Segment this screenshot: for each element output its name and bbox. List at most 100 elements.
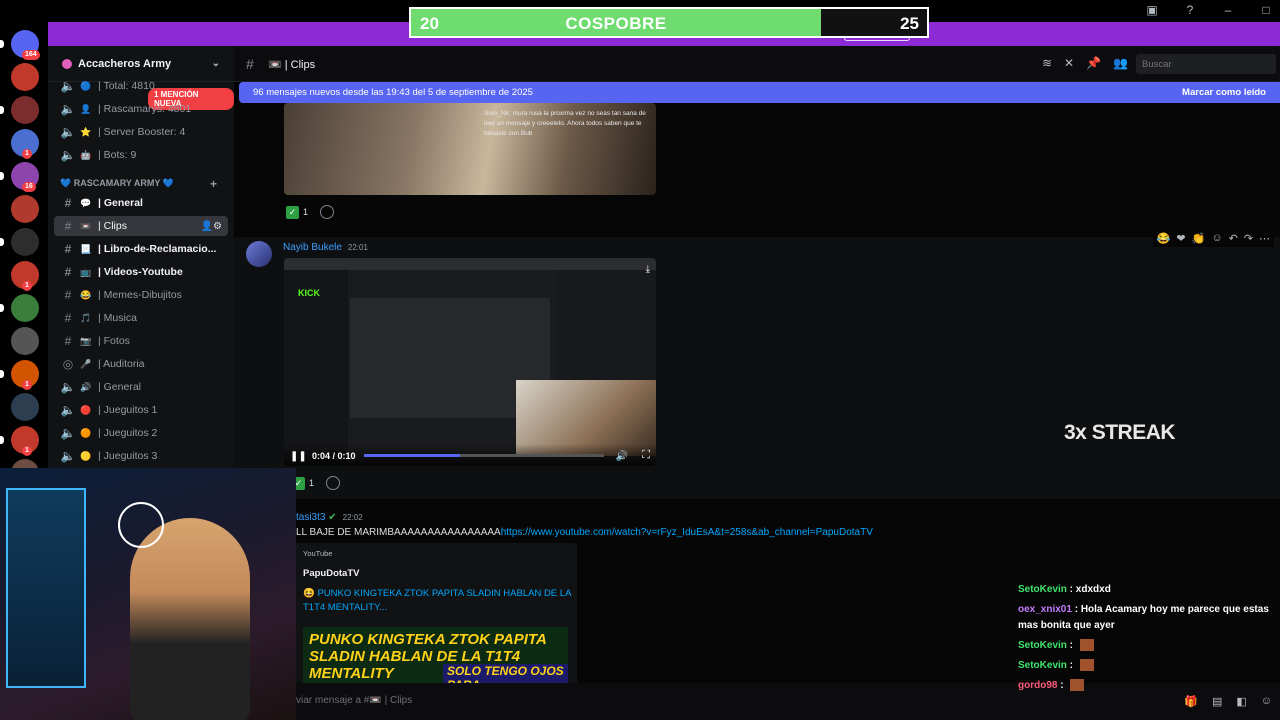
- sidebar-item-auditoria[interactable]: ◎ 🎤 | Auditoria: [54, 354, 228, 374]
- hash-icon: #: [64, 311, 72, 325]
- sidebar-item-server-booster-4[interactable]: 🔈 ⭐ | Server Booster: 4: [54, 122, 228, 142]
- composer-placeholder: viar mensaje a #📼 | Clips: [296, 695, 413, 706]
- stage-icon: ◎: [62, 357, 74, 371]
- server-icon[interactable]: [11, 294, 39, 322]
- server-badge: 164: [22, 50, 40, 60]
- image-caption: Seto_Nk: mura rusa la proxima vez no sea…: [484, 110, 646, 137]
- sidebar-item-total-4810[interactable]: 🔈 🔵 | Total: 4810: [54, 76, 228, 96]
- video-time: 0:04 / 0:10: [312, 451, 356, 461]
- server-icon[interactable]: [11, 96, 39, 124]
- message-author[interactable]: tasi3t3 ✔ 22:02: [296, 512, 363, 523]
- channel-emoji-icon: ⭐: [80, 126, 92, 137]
- webcam-overlay: [0, 468, 296, 720]
- members-icon[interactable]: 👥: [1113, 56, 1128, 70]
- new-messages-text: 96 mensajes nuevos desde las 19:43 del 5…: [253, 87, 533, 98]
- chat-username: SetoKevin: [1018, 660, 1067, 671]
- youtube-embed: YouTube PapuDotaTV 😆 PUNKO KINGTEKA ZTOK…: [292, 543, 577, 688]
- search-input[interactable]: [1136, 54, 1276, 74]
- more-icon[interactable]: ⋯: [1259, 232, 1270, 245]
- channel-sidebar: Accacheros Army ⌄ 1 MENCIÓN NUEVA 💙 RASC…: [48, 46, 234, 476]
- server-badge: 1: [22, 281, 32, 291]
- channel-label: | Videos-Youtube: [98, 266, 183, 278]
- sidebar-item-libro-de-reclamacio[interactable]: # 📃 | Libro-de-Reclamacio...: [54, 239, 228, 259]
- sidebar-item-clips[interactable]: # 📼 | Clips 👤⚙: [54, 216, 228, 236]
- stream-chat-message: SetoKevin :: [1018, 636, 1273, 656]
- heart-reaction-icon[interactable]: ❤: [1176, 232, 1185, 245]
- sidebar-item-videos-youtube[interactable]: # 📺 | Videos-Youtube: [54, 262, 228, 282]
- reaction-count: 1: [303, 207, 309, 217]
- sidebar-item-rascamarys-4801[interactable]: 🔈 👤 | Rascamarys: 4801: [54, 99, 228, 119]
- sidebar-item-bots-9[interactable]: 🔈 🤖 | Bots: 9: [54, 145, 228, 165]
- add-channel-icon[interactable]: +: [210, 177, 217, 191]
- gift-icon[interactable]: 🎁: [1184, 695, 1198, 708]
- chat-username: gordo98: [1018, 680, 1058, 691]
- server-badge: 1: [22, 446, 32, 456]
- category-header[interactable]: 💙 RASCAMARY ARMY 💙 +: [60, 177, 217, 191]
- emote-icon: [1079, 639, 1094, 652]
- add-reaction-icon[interactable]: [326, 476, 341, 490]
- download-icon[interactable]: ⤓: [646, 264, 650, 275]
- new-messages-bar[interactable]: 96 mensajes nuevos desde las 19:43 del 5…: [239, 82, 1280, 103]
- sidebar-item-jueguitos-1[interactable]: 🔈 🔴 | Jueguitos 1: [54, 400, 228, 420]
- add-reaction-icon[interactable]: ☺: [1211, 232, 1222, 245]
- unread-indicator: [0, 106, 4, 114]
- server-icon[interactable]: [11, 63, 39, 91]
- channel-emoji-icon: 🔴: [80, 404, 92, 415]
- sidebar-item-jueguitos-2[interactable]: 🔈 🟠 | Jueguitos 2: [54, 423, 228, 443]
- chevron-down-icon[interactable]: ⌄: [212, 58, 220, 69]
- youtube-link[interactable]: https://www.youtube.com/watch?v=rFyz_Idu…: [501, 527, 873, 538]
- inbox-icon[interactable]: ▣: [1144, 3, 1160, 17]
- channel-settings-icon[interactable]: 👤⚙: [201, 221, 222, 232]
- verified-icon: ✔: [328, 512, 337, 523]
- sticker-icon[interactable]: ◧: [1236, 695, 1246, 708]
- embed-thumbnail[interactable]: PUNKO KINGTEKA ZTOK PAPITA SLADIN HABLAN…: [303, 627, 568, 688]
- forward-icon[interactable]: ↷: [1244, 232, 1253, 245]
- mark-read-button[interactable]: Marcar como leído: [1182, 87, 1266, 98]
- maximize-icon[interactable]: □: [1258, 3, 1274, 17]
- channel-label: | Jueguitos 2: [98, 427, 158, 439]
- server-icon[interactable]: [11, 228, 39, 256]
- server-icon[interactable]: [11, 327, 39, 355]
- video-progress-fill: [364, 454, 460, 457]
- laugh-reaction-icon[interactable]: 😂: [1157, 232, 1171, 245]
- server-icon[interactable]: [11, 393, 39, 421]
- gif-icon[interactable]: ▤: [1212, 695, 1222, 708]
- reply-icon[interactable]: ↶: [1229, 232, 1238, 245]
- threads-icon[interactable]: ≋: [1042, 56, 1052, 70]
- sidebar-item-jueguitos-3[interactable]: 🔈 🟡 | Jueguitos 3: [54, 446, 228, 466]
- video-progress[interactable]: [364, 454, 604, 457]
- speaker-icon: 🔈: [60, 148, 76, 162]
- channel-emoji-icon: 💬: [80, 197, 92, 208]
- message-image[interactable]: Seto_Nk: mura rusa la proxima vez no sea…: [284, 103, 656, 195]
- volume-icon[interactable]: 🔊: [616, 451, 628, 462]
- minimize-icon[interactable]: –: [1220, 3, 1236, 17]
- chat-text: xdxdxd: [1075, 584, 1111, 595]
- reaction-row: ✓ 1: [292, 476, 341, 490]
- channel-emoji-icon: 📺: [80, 266, 92, 277]
- embed-author[interactable]: PapuDotaTV: [303, 568, 359, 579]
- sidebar-item-musica[interactable]: # 🎵 | Musica: [54, 308, 228, 328]
- embed-title[interactable]: 😆 PUNKO KINGTEKA ZTOK PAPITA SLADIN HABL…: [303, 587, 573, 615]
- avatar[interactable]: [246, 241, 272, 267]
- channel-emoji-icon: 📃: [80, 243, 92, 254]
- pause-icon[interactable]: ❚❚: [290, 451, 307, 462]
- fullscreen-icon[interactable]: ⛶: [642, 449, 650, 462]
- stream-chat-message: SetoKevin : xdxdxd: [1018, 584, 1111, 595]
- add-reaction-icon[interactable]: [320, 205, 335, 219]
- channel-emoji-icon: 🎤: [80, 358, 92, 369]
- pin-icon[interactable]: 📌: [1086, 56, 1101, 70]
- message-author[interactable]: Nayib Bukele 22:01: [283, 242, 368, 253]
- emoji-icon[interactable]: ☺: [1261, 695, 1272, 708]
- video-player[interactable]: KICK ❚❚ 0:04 / 0:10 🔊 ⛶ ⤓: [284, 258, 656, 466]
- help-icon[interactable]: ?: [1182, 3, 1198, 17]
- sidebar-item-general[interactable]: # 💬 | General: [54, 193, 228, 213]
- hash-icon: #: [64, 288, 72, 302]
- check-reaction-icon[interactable]: ✓: [286, 205, 299, 219]
- sidebar-item-general[interactable]: 🔈 🔊 | General: [54, 377, 228, 397]
- mute-icon[interactable]: ✕: [1064, 56, 1074, 70]
- clap-reaction-icon[interactable]: 👏: [1192, 232, 1206, 245]
- sidebar-item-memes-dibujitos[interactable]: # 😂 | Memes-Dibujitos: [54, 285, 228, 305]
- server-icon[interactable]: [11, 195, 39, 223]
- embed-provider: YouTube: [303, 549, 333, 558]
- sidebar-item-fotos[interactable]: # 📷 | Fotos: [54, 331, 228, 351]
